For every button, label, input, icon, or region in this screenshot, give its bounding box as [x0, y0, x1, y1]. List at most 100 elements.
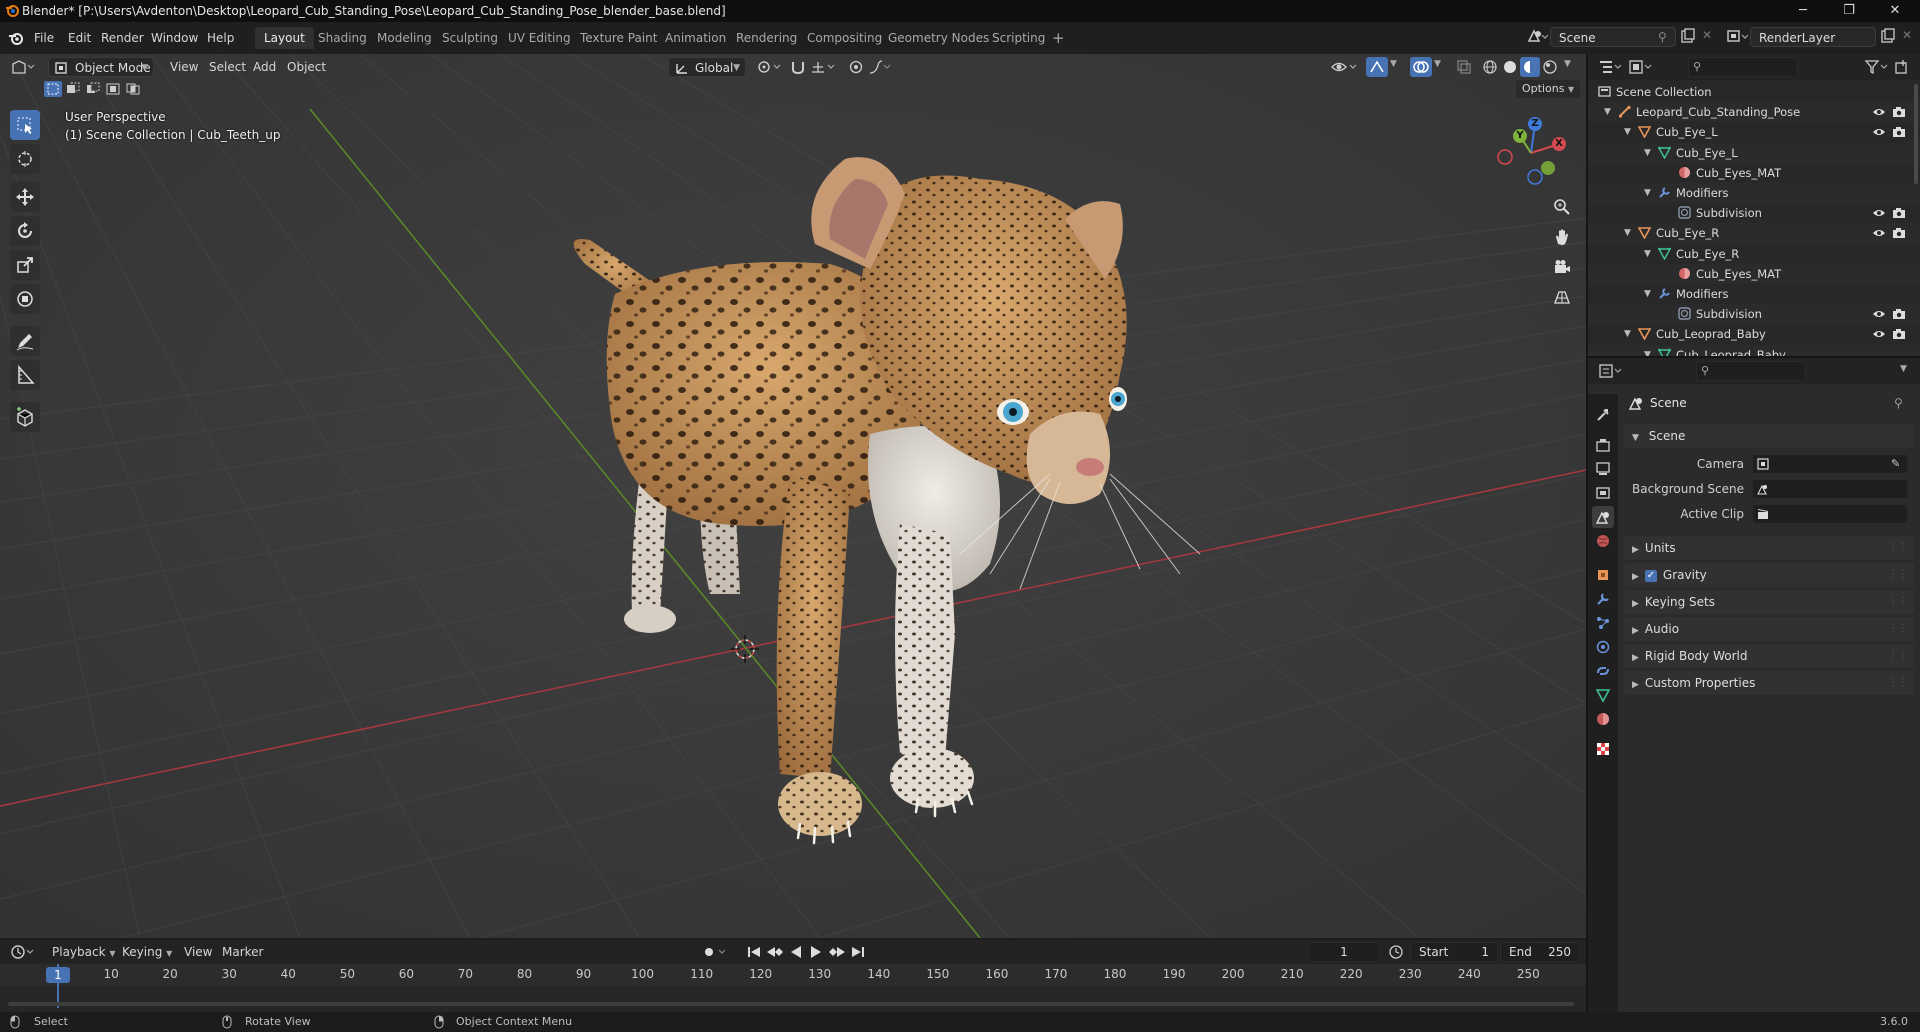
active-clip-field[interactable] — [1752, 504, 1908, 524]
current-frame-field[interactable]: 1 — [1308, 942, 1380, 962]
snap-icon[interactable] — [790, 59, 806, 75]
gizmo-y-button[interactable]: Y — [1513, 129, 1527, 143]
display-mode-icon[interactable] — [1628, 59, 1654, 75]
render-layer-field[interactable]: RenderLayer — [1750, 27, 1876, 47]
gizmo-options-chevron-icon[interactable]: ▼ — [1390, 59, 1397, 69]
wireframe-shading-icon[interactable] — [1482, 59, 1498, 75]
gizmo-x-button[interactable]: X — [1552, 137, 1566, 151]
render-camera-icon[interactable] — [1892, 227, 1906, 239]
tab-rendering[interactable]: Rendering — [727, 27, 806, 49]
outliner-row[interactable]: ▼ Modifiers — [1588, 284, 1920, 304]
outliner-row[interactable]: ▼ Leopard_Cub_Standing_Pose — [1588, 102, 1920, 123]
xray-toggle-icon[interactable] — [1456, 59, 1472, 75]
tab-shading[interactable]: Shading — [309, 27, 376, 49]
render-camera-icon[interactable] — [1892, 308, 1906, 320]
start-frame-field[interactable]: Start 1 — [1410, 942, 1498, 962]
navigation-gizmo[interactable]: Z X Y — [1492, 114, 1570, 192]
panel-gravity[interactable]: ▶ ✓ Gravity ⋮⋮ — [1624, 563, 1914, 587]
tab-scripting[interactable]: Scripting — [983, 27, 1054, 49]
expand-arrow-icon[interactable]: ▼ — [1604, 102, 1611, 122]
texture-tab[interactable] — [1592, 738, 1614, 760]
rendered-shading-icon[interactable] — [1542, 59, 1558, 75]
menu-add[interactable]: Add — [247, 58, 282, 76]
restore-button[interactable]: ❐ — [1826, 0, 1872, 22]
outliner-editor-type-icon[interactable] — [1598, 59, 1624, 75]
shading-options-chevron-icon[interactable]: ▼ — [1564, 59, 1571, 69]
drag-handle-icon[interactable]: ⋮⋮ — [1888, 563, 1908, 587]
menu-edit[interactable]: Edit — [68, 31, 91, 45]
menu-window[interactable]: Window — [151, 31, 198, 45]
expand-arrow-icon[interactable]: ▼ — [1624, 122, 1631, 142]
outliner-row[interactable]: ▼ Modifiers — [1588, 183, 1920, 203]
outliner-row[interactable]: Cub_Eyes_MAT — [1588, 263, 1920, 284]
gravity-checkbox[interactable]: ✓ — [1644, 569, 1657, 582]
outliner-row[interactable]: ▼ Cub_Eye_R — [1588, 244, 1920, 264]
3d-viewport[interactable]: Object Mode ▼ View Select Add Object Glo… — [0, 54, 1586, 938]
outliner-row[interactable]: ▼ Cub_Leoprad_Baby — [1588, 324, 1920, 344]
menu-keying[interactable]: Keying ▼ — [116, 943, 178, 961]
select-set-new-icon[interactable] — [44, 81, 62, 97]
eye-icon[interactable] — [1872, 227, 1886, 239]
new-scene-icon[interactable] — [1680, 28, 1696, 44]
tab-layout[interactable]: Layout — [255, 27, 314, 49]
tab-compositing[interactable]: Compositing — [798, 27, 891, 49]
menu-object[interactable]: Object — [281, 58, 332, 76]
outliner-scrollbar[interactable] — [1914, 84, 1918, 184]
render-camera-icon[interactable] — [1892, 106, 1906, 118]
expand-arrow-icon[interactable]: ▼ — [1624, 324, 1631, 344]
tab-texture-paint[interactable]: Texture Paint — [571, 27, 666, 49]
menu-help[interactable]: Help — [207, 31, 234, 45]
minimize-button[interactable]: ─ — [1780, 0, 1826, 22]
menu-marker[interactable]: Marker — [216, 943, 269, 961]
orthographic-toggle-icon[interactable] — [1549, 284, 1575, 310]
drag-handle-icon[interactable]: ⋮⋮ — [1888, 617, 1908, 641]
outliner-search-field[interactable]: ⚲ — [1688, 57, 1798, 77]
play-icon[interactable] — [808, 944, 824, 960]
record-icon[interactable] — [702, 944, 728, 960]
drag-handle-icon[interactable]: ⋮⋮ — [1888, 671, 1908, 695]
jump-start-icon[interactable] — [746, 944, 762, 960]
render-camera-icon[interactable] — [1892, 126, 1906, 138]
visibility-selector-icon[interactable] — [1330, 59, 1360, 75]
scene-selector-icon[interactable] — [1526, 27, 1548, 45]
panel-keying-sets[interactable]: ▶ Keying Sets ⋮⋮ — [1624, 590, 1914, 614]
chevron-down-icon[interactable]: ▼ — [1900, 364, 1907, 374]
view-layer-tab[interactable] — [1592, 482, 1614, 504]
output-tab[interactable] — [1592, 458, 1614, 480]
measure-tool[interactable] — [10, 360, 40, 390]
material-preview-shading-icon[interactable] — [1520, 57, 1540, 77]
drag-handle-icon[interactable]: ⋮⋮ — [1888, 590, 1908, 614]
camera-field[interactable]: ✎ — [1752, 454, 1908, 474]
expand-arrow-icon[interactable]: ▼ — [1644, 143, 1651, 163]
modifiers-tab[interactable] — [1592, 588, 1614, 610]
pivot-point-icon[interactable] — [756, 59, 784, 75]
outliner-row[interactable]: ▼ Cub_Eye_L — [1588, 122, 1920, 142]
select-subtract-icon[interactable] — [84, 81, 102, 97]
annotate-tool[interactable] — [10, 326, 40, 356]
close-window-button[interactable]: ✕ — [1872, 0, 1918, 22]
scene-panel-header[interactable]: ▼ Scene — [1624, 424, 1914, 448]
render-tab[interactable] — [1592, 434, 1614, 456]
eye-icon[interactable] — [1872, 126, 1886, 138]
show-overlays-toggle[interactable] — [1410, 57, 1432, 77]
outliner-row[interactable]: Subdivision — [1588, 304, 1920, 325]
constraints-tab[interactable] — [1592, 660, 1614, 682]
tab-uv-editing[interactable]: UV Editing — [499, 27, 580, 49]
menu-view[interactable]: View — [164, 58, 204, 76]
end-frame-field[interactable]: End 250 — [1500, 942, 1580, 962]
render-camera-icon[interactable] — [1892, 207, 1906, 219]
eye-icon[interactable] — [1872, 328, 1886, 340]
solid-shading-icon[interactable] — [1502, 59, 1518, 75]
expand-arrow-icon[interactable]: ▼ — [1624, 223, 1631, 243]
expand-arrow-icon[interactable]: ▼ — [1644, 183, 1651, 203]
select-intersect-icon[interactable] — [124, 81, 142, 97]
pin-icon[interactable]: ⚲ — [1658, 30, 1667, 44]
overlay-options-chevron-icon[interactable]: ▼ — [1434, 59, 1441, 69]
outliner-row[interactable]: ▼ Cub_Eye_L — [1588, 142, 1920, 163]
rotate-tool[interactable] — [10, 216, 40, 246]
drag-handle-icon[interactable]: ⋮⋮ — [1888, 644, 1908, 668]
falloff-icon[interactable] — [868, 59, 892, 75]
select-extend-icon[interactable] — [64, 81, 82, 97]
playhead-frame-badge[interactable]: 1 — [46, 967, 70, 983]
add-workspace-button[interactable]: + — [1052, 29, 1065, 47]
